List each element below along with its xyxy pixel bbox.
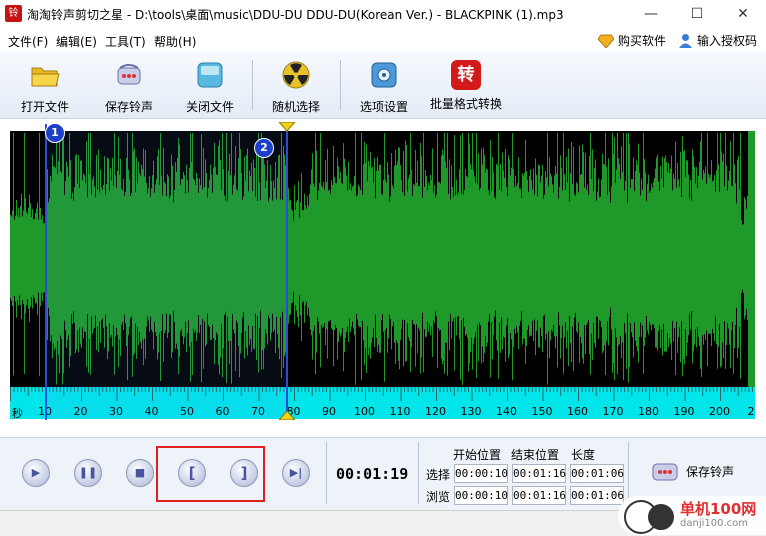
- end-position-header: 结束位置: [511, 448, 560, 462]
- play-button[interactable]: ▶: [22, 459, 50, 487]
- stop-button[interactable]: ■: [126, 459, 154, 487]
- end-marker-bottom-handle[interactable]: [279, 410, 295, 420]
- toolbar-separator: [252, 60, 253, 110]
- radiation-icon: [282, 61, 310, 89]
- menu-help[interactable]: 帮助(H): [154, 33, 196, 50]
- current-time-display: 00:01:19: [336, 465, 409, 483]
- convert-icon: 转: [451, 60, 481, 90]
- close-file-icon: [197, 62, 223, 88]
- save-ringtone-toolbar-button[interactable]: 保存铃声: [96, 56, 162, 114]
- select-start-field[interactable]: 00:00:10: [454, 464, 508, 483]
- panel-divider: [418, 442, 419, 504]
- save-ringtone-toolbar-label: 保存铃声: [104, 100, 153, 114]
- options-label: 选项设置: [359, 100, 408, 114]
- pause-button[interactable]: ❚❚: [74, 459, 102, 487]
- random-select-label: 随机选择: [271, 100, 320, 114]
- settings-icon: [371, 62, 397, 88]
- end-marker-top-handle[interactable]: [279, 122, 295, 132]
- start-position-header: 开始位置: [453, 448, 502, 462]
- ruler-label: 130: [460, 405, 482, 418]
- stop-icon: ■: [134, 466, 146, 479]
- ruler-label: 110: [389, 405, 411, 418]
- options-button[interactable]: 选项设置: [354, 56, 414, 114]
- panel-divider: [326, 442, 327, 504]
- enter-license-link[interactable]: 输入授权码: [678, 32, 757, 49]
- waveform-end-band: [748, 131, 755, 387]
- buy-software-link[interactable]: 购买软件: [598, 32, 666, 49]
- open-file-button[interactable]: 打开文件: [12, 56, 78, 114]
- folder-icon: [31, 67, 60, 87]
- close-button[interactable]: ✕: [720, 0, 766, 28]
- user-icon: [679, 34, 692, 48]
- play-icon: ▶: [31, 466, 41, 479]
- ruler-label: 100: [354, 405, 375, 418]
- play-to-end-icon: ▶|: [289, 466, 303, 479]
- ruler-label: 200: [709, 405, 730, 418]
- start-marker-line[interactable]: [45, 124, 47, 420]
- watermark-url: danji100.com: [680, 518, 748, 529]
- ruler-label: 160: [567, 405, 588, 418]
- browse-end-field[interactable]: 00:01:16: [512, 486, 566, 505]
- app-icon: 铃: [5, 5, 22, 22]
- save-ringtone-label: 保存铃声: [686, 464, 735, 479]
- highlight-box: [156, 446, 265, 502]
- pause-icon: ❚❚: [78, 466, 98, 479]
- watermark-logo-dot: [648, 504, 674, 530]
- play-selection-button[interactable]: ▶|: [282, 459, 310, 487]
- end-marker-badge[interactable]: 2: [254, 138, 274, 158]
- menu-bar: 文件(F) 编辑(E) 工具(T) 帮助(H) 购买软件 输入授权码: [0, 28, 766, 52]
- select-length-field[interactable]: 00:01:06: [570, 464, 624, 483]
- open-file-label: 打开文件: [20, 100, 69, 114]
- menu-file[interactable]: 文件(F): [8, 33, 48, 50]
- ruler-label: 170: [602, 405, 624, 418]
- maximize-button[interactable]: ☐: [674, 0, 720, 28]
- menu-edit[interactable]: 编辑(E): [56, 33, 97, 50]
- title-bar: 铃 淘淘铃声剪切之星 - D:\tools\桌面\music\DDU-DU DD…: [0, 0, 766, 28]
- diamond-icon: [598, 34, 614, 48]
- ruler-unit: 秒: [12, 407, 23, 420]
- watermark: 单机100网 danji100.com: [618, 496, 766, 535]
- toolbar: 打开文件 保存铃声 关闭文件 随机选择 选项设置 转 批量格式转换: [0, 52, 766, 119]
- ruler-label: 190: [673, 405, 695, 418]
- close-file-label: 关闭文件: [185, 100, 234, 114]
- ringtone-save-icon: [117, 64, 141, 85]
- batch-convert-button[interactable]: 转 批量格式转换: [428, 56, 504, 114]
- enter-license-label: 输入授权码: [697, 34, 758, 48]
- ruler-label: 180: [638, 405, 659, 418]
- menu-tools[interactable]: 工具(T): [105, 33, 146, 50]
- browse-length-field[interactable]: 00:01:06: [570, 486, 624, 505]
- ringtone-save-icon: [652, 463, 678, 481]
- start-marker-badge[interactable]: 1: [45, 123, 65, 143]
- selection-region: [45, 131, 287, 419]
- ruler-label: 150: [531, 405, 553, 418]
- buy-software-label: 购买软件: [618, 34, 667, 48]
- minimize-button[interactable]: —: [628, 0, 674, 28]
- watermark-name: 单机100网: [680, 500, 757, 518]
- save-ringtone-button[interactable]: 保存铃声: [650, 458, 734, 484]
- ruler-label: 2: [747, 405, 755, 418]
- browse-row-label: 浏览: [426, 490, 451, 504]
- select-row-label: 选择: [426, 468, 451, 482]
- window-title: 淘淘铃声剪切之星 - D:\tools\桌面\music\DDU-DU DDU-…: [27, 8, 564, 22]
- ruler-label: 140: [496, 405, 517, 418]
- panel-divider: [628, 442, 629, 504]
- length-header: 长度: [571, 448, 596, 462]
- close-file-button[interactable]: 关闭文件: [180, 56, 240, 114]
- toolbar-separator: [340, 60, 341, 110]
- ruler-label: 120: [425, 405, 446, 418]
- ruler-label: 90: [322, 405, 336, 418]
- batch-convert-label: 批量格式转换: [429, 97, 502, 111]
- browse-start-field[interactable]: 00:00:10: [454, 486, 508, 505]
- end-marker-line[interactable]: [286, 124, 288, 420]
- random-select-button[interactable]: 随机选择: [266, 56, 326, 114]
- select-end-field[interactable]: 00:01:16: [512, 464, 566, 483]
